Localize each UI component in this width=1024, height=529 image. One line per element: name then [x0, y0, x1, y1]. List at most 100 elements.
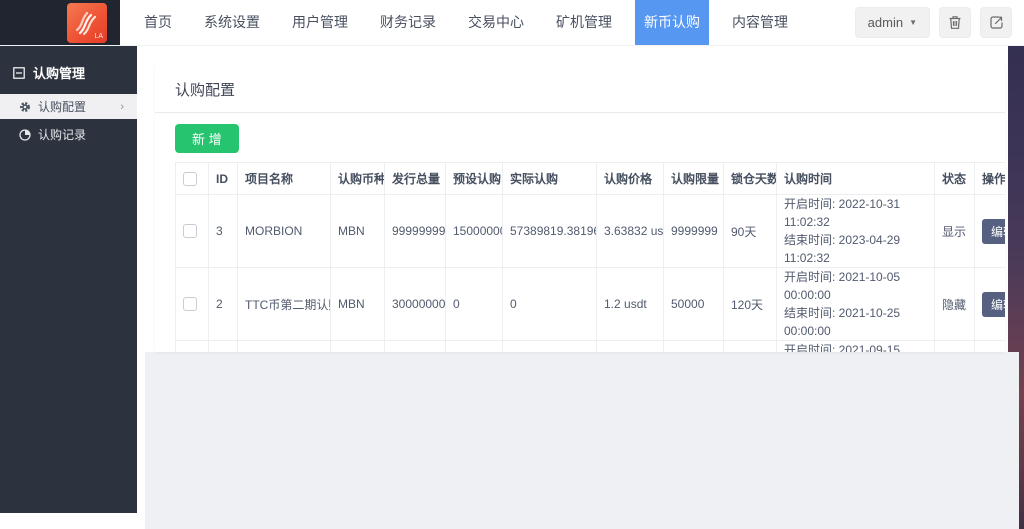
cell-preset: 1000000 [446, 341, 503, 353]
cell-select [176, 195, 209, 268]
cell-total: 999999999 [385, 195, 446, 268]
cell-status: 隐藏 [935, 268, 975, 341]
sidebar-group-title: 认购管理 [33, 63, 85, 82]
cell-price: 3.63832 usdt [597, 195, 664, 268]
cell-project-name: MORBION [238, 195, 331, 268]
header-limit: 认购限量 [664, 163, 724, 195]
cell-id: 3 [209, 195, 238, 268]
tab-user-management[interactable]: 用户管理 [283, 0, 357, 45]
tab-trade-center[interactable]: 交易中心 [459, 0, 533, 45]
tab-finance-records[interactable]: 财务记录 [371, 0, 445, 45]
subscription-table: ID 项目名称 认购币种 发行总量 预设认购 实际认购 认购价格 认购限量 锁仓… [175, 162, 1005, 352]
cell-time: 开启时间: 2021-09-15 00:00:00 结束时间: 2021-09-… [777, 341, 935, 353]
page-title: 认购配置 [155, 65, 1005, 113]
header-lock-days: 锁仓天数 [724, 163, 777, 195]
header-actual: 实际认购 [503, 163, 597, 195]
table-row: 2 TTC币第二期认购 MBN 30000000 0 0 1.2 usdt 50… [176, 268, 1006, 341]
cell-limit: 9999999 [664, 195, 724, 268]
header-preset: 预设认购 [446, 163, 503, 195]
cell-total: 30000000 [385, 268, 446, 341]
sidebar-item-subscription-config[interactable]: 认购配置 › [0, 94, 137, 119]
header-status: 状态 [935, 163, 975, 195]
cell-time: 开启时间: 2021-10-05 00:00:00 结束时间: 2021-10-… [777, 268, 935, 341]
row-checkbox[interactable] [183, 297, 197, 311]
edit-button[interactable]: 编辑 [982, 292, 1005, 317]
header-actions: 操作 [975, 163, 1006, 195]
time-start: 开启时间: 2021-10-05 00:00:00 [784, 268, 927, 304]
tab-new-coin-subscription[interactable]: 新币认购 [635, 0, 709, 45]
content-background [145, 352, 1019, 529]
topbar-actions: admin ▼ [855, 0, 1024, 45]
logo-text: LA [94, 33, 103, 40]
tab-content-management[interactable]: 内容管理 [723, 0, 797, 45]
cell-time: 开启时间: 2022-10-31 11:02:32 结束时间: 2023-04-… [777, 195, 935, 268]
sidebar-group-subscription-management[interactable]: 认购管理 [0, 46, 137, 94]
cell-lock-days: 120天 [724, 268, 777, 341]
cell-id: 2 [209, 268, 238, 341]
time-start: 开启时间: 2022-10-31 11:02:32 [784, 195, 927, 231]
header-select-all [176, 163, 209, 195]
cell-select [176, 341, 209, 353]
top-navbar: LA 首页 系统设置 用户管理 财务记录 交易中心 矿机管理 新币认购 内容管理… [0, 0, 1024, 46]
cell-select [176, 268, 209, 341]
time-end: 结束时间: 2023-04-29 11:02:32 [784, 231, 927, 267]
cell-coin: MBN [331, 195, 385, 268]
cell-project-name: TTC币第二期认购 [238, 268, 331, 341]
cell-status: 显示 [935, 195, 975, 268]
select-all-checkbox[interactable] [183, 172, 197, 186]
logo-zone: LA [0, 0, 120, 45]
gear-icon [19, 101, 31, 113]
subscription-config-card: 认购配置 新 增 ID 项目名称 认购币种 发行总量 预设认购 [155, 65, 1005, 352]
cell-actions: 编辑 [975, 341, 1006, 353]
edit-button[interactable]: 编辑 [982, 219, 1005, 244]
collapse-minus-icon [13, 67, 25, 79]
cell-actions: 编辑 [975, 268, 1006, 341]
table-header-row: ID 项目名称 认购币种 发行总量 预设认购 实际认购 认购价格 认购限量 锁仓… [176, 163, 1006, 195]
cell-coin: MBN [331, 268, 385, 341]
cell-lock-days: 90天 [724, 195, 777, 268]
pie-records-icon [19, 129, 31, 141]
cell-actual: 57389819.381968 [503, 195, 597, 268]
add-button[interactable]: 新 增 [175, 124, 239, 153]
admin-page: LA 首页 系统设置 用户管理 财务记录 交易中心 矿机管理 新币认购 内容管理… [0, 0, 1024, 529]
sidebar: 认购管理 认购配置 › 认购记录 [0, 46, 137, 513]
cell-coin: TTC [331, 341, 385, 353]
export-icon [989, 15, 1004, 30]
header-price: 认购价格 [597, 163, 664, 195]
sidebar-item-subscription-records[interactable]: 认购记录 [0, 122, 137, 147]
header-total-issue: 发行总量 [385, 163, 446, 195]
cell-preset: 0 [446, 268, 503, 341]
chevron-down-icon: ▼ [909, 18, 917, 27]
cell-limit: 10000 [664, 341, 724, 353]
subscription-table-wrap: ID 项目名称 认购币种 发行总量 预设认购 实际认购 认购价格 认购限量 锁仓… [175, 162, 985, 352]
tab-system-settings[interactable]: 系统设置 [195, 0, 269, 45]
tab-miner-management[interactable]: 矿机管理 [547, 0, 621, 45]
cell-price: 1.2 usdt [597, 268, 664, 341]
table-row: 3 MORBION MBN 999999999 15000000 5738981… [176, 195, 1006, 268]
admin-dropdown[interactable]: admin ▼ [855, 7, 930, 38]
trash-icon [948, 15, 962, 30]
cell-actual: 172200 [503, 341, 597, 353]
cell-limit: 50000 [664, 268, 724, 341]
admin-username: admin [868, 15, 903, 30]
cell-lock-days: 90天 [724, 341, 777, 353]
sidebar-item-label: 认购配置 [38, 98, 86, 115]
cell-preset: 15000000 [446, 195, 503, 268]
header-coin: 认购币种 [331, 163, 385, 195]
row-checkbox[interactable] [183, 224, 197, 238]
header-project-name: 项目名称 [238, 163, 331, 195]
brand-logo: LA [67, 3, 107, 43]
cell-project-name: TCC币第一期认购 [238, 341, 331, 353]
cell-id: 1 [209, 341, 238, 353]
cell-actual: 0 [503, 268, 597, 341]
time-end: 结束时间: 2021-10-25 00:00:00 [784, 304, 927, 340]
cell-status: 隐藏 [935, 341, 975, 353]
tab-home[interactable]: 首页 [135, 0, 181, 45]
chevron-right-icon: › [120, 101, 124, 113]
cell-total: 20000000 [385, 341, 446, 353]
table-row: 1 TCC币第一期认购 TTC 20000000 1000000 172200 … [176, 341, 1006, 353]
sidebar-item-label: 认购记录 [38, 126, 86, 143]
export-button[interactable] [980, 7, 1012, 38]
trash-button[interactable] [939, 7, 971, 38]
main-nav: 首页 系统设置 用户管理 财务记录 交易中心 矿机管理 新币认购 内容管理 [128, 0, 804, 45]
